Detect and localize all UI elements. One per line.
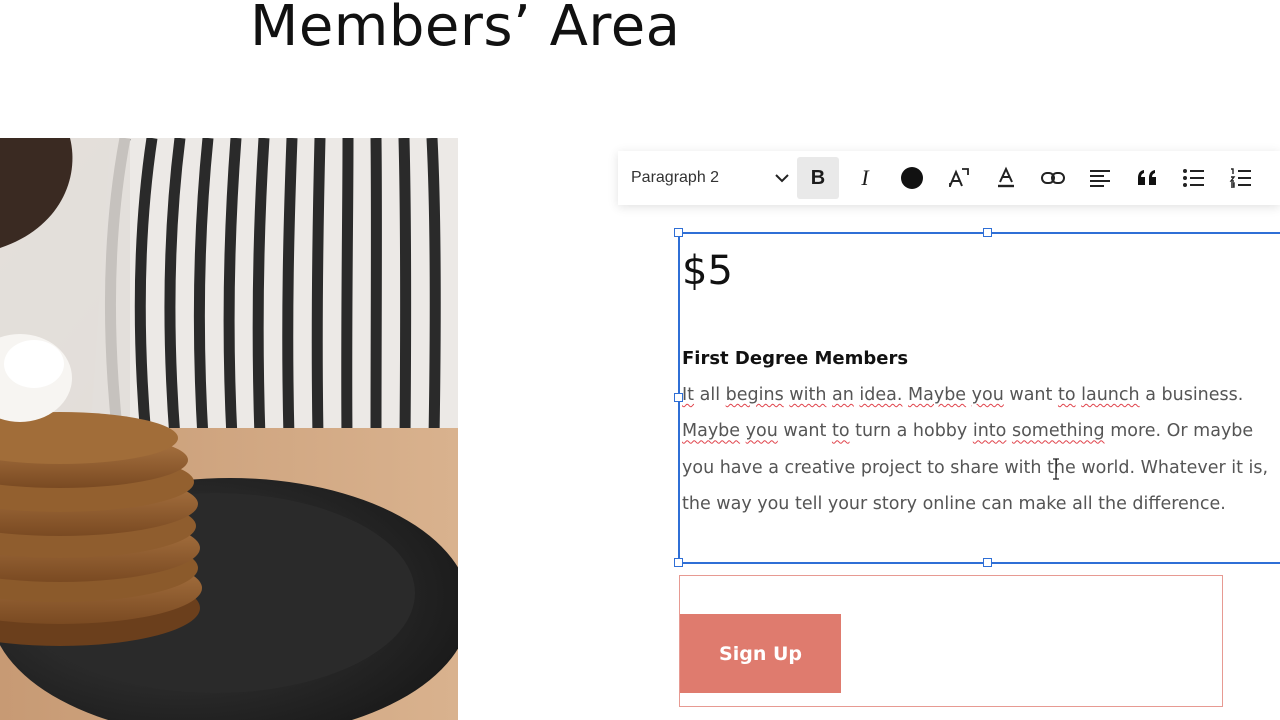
text-format-toolbar: Paragraph 2 B I — [618, 151, 1280, 205]
spellcheck-word: to — [1057, 385, 1076, 405]
highlight-button[interactable] — [985, 157, 1027, 199]
selected-text-block[interactable]: $5 First Degree Members It all begins wi… — [674, 228, 1280, 567]
spellcheck-word: you — [971, 385, 1004, 405]
bold-icon: B — [810, 166, 826, 189]
spellcheck-word: something — [1011, 421, 1105, 442]
highlight-icon — [998, 166, 1014, 188]
spellcheck-word: Maybe — [908, 385, 967, 405]
text-color-icon — [901, 167, 923, 189]
body-word: business. — [1161, 385, 1244, 405]
page-title: Members’ Area — [250, 0, 681, 59]
chevron-down-icon — [775, 173, 789, 183]
spellcheck-word: launch — [1081, 385, 1140, 405]
membership-tier-title: First Degree Members — [682, 348, 909, 369]
quote-button[interactable] — [1126, 157, 1168, 199]
spellcheck-word: you — [745, 421, 778, 442]
body-word: want — [783, 421, 827, 442]
text-size-icon — [949, 168, 969, 187]
spellcheck-word: Maybe — [682, 421, 741, 442]
body-word: want — [1009, 385, 1053, 405]
body-word: a — [1145, 385, 1156, 405]
paragraph-style-label: Paragraph 2 — [631, 169, 720, 186]
italic-button[interactable]: I — [844, 157, 886, 199]
spellcheck-word: to — [831, 421, 850, 442]
body-word: turn a hobby — [855, 421, 968, 442]
spellcheck-word: idea. — [859, 385, 903, 405]
bold-button[interactable]: B — [797, 157, 839, 199]
quote-icon — [1138, 170, 1156, 185]
body-word: all — [699, 385, 721, 405]
link-icon — [1041, 172, 1065, 184]
numbered-list-icon — [1229, 168, 1251, 188]
link-button[interactable] — [1032, 157, 1074, 199]
text-cursor-icon — [1053, 458, 1059, 480]
bulleted-list-button[interactable] — [1173, 157, 1215, 199]
text-color-button[interactable] — [891, 157, 933, 199]
pancake-photo-illustration — [0, 138, 458, 720]
paragraph-style-dropdown[interactable]: Paragraph 2 — [631, 158, 797, 198]
spellcheck-word: an — [832, 385, 854, 405]
resize-handle-top-left[interactable] — [674, 228, 683, 237]
align-left-button[interactable] — [1079, 157, 1121, 199]
spellcheck-word: begins — [725, 385, 784, 405]
spellcheck-word: into — [972, 421, 1007, 442]
italic-icon: I — [861, 165, 869, 190]
text-size-button[interactable] — [938, 157, 980, 199]
price-text: $5 — [682, 248, 733, 294]
bulleted-list-icon — [1183, 169, 1204, 187]
resize-handle-bottom[interactable] — [983, 558, 992, 567]
numbered-list-button[interactable] — [1220, 157, 1262, 199]
sign-up-button[interactable]: Sign Up — [680, 614, 841, 693]
align-left-icon — [1090, 170, 1110, 187]
membership-description: It all begins with an idea. Maybe you wa… — [682, 377, 1272, 522]
pancake-photo — [0, 138, 458, 720]
spellcheck-word: It — [682, 385, 695, 405]
resize-handle-bottom-left[interactable] — [674, 558, 683, 567]
resize-handle-top[interactable] — [983, 228, 992, 237]
spellcheck-word: with — [789, 385, 827, 405]
